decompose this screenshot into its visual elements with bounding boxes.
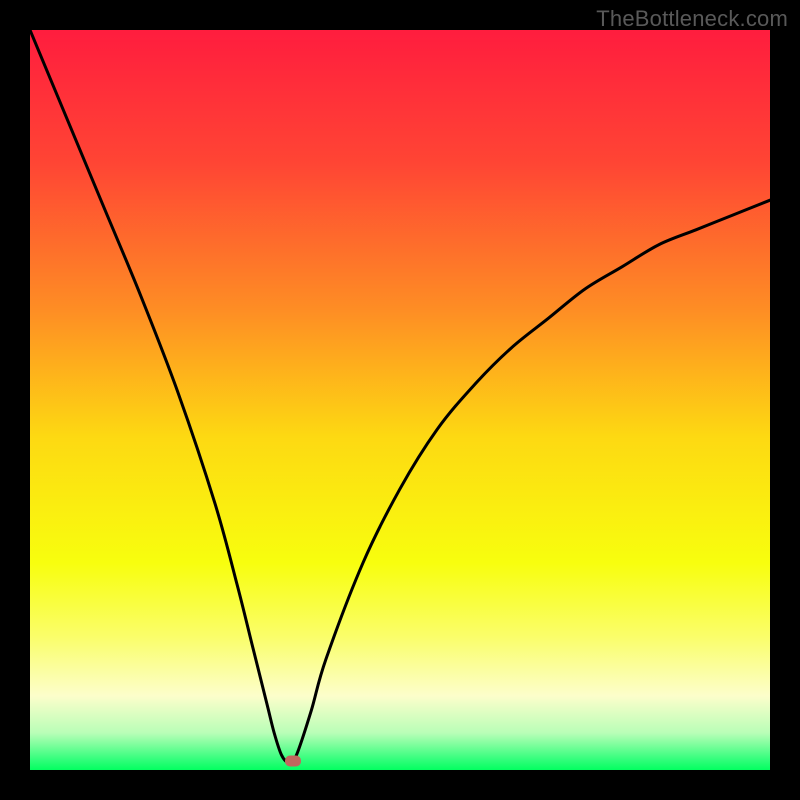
watermark-label: TheBottleneck.com	[596, 6, 788, 32]
chart-frame: TheBottleneck.com	[0, 0, 800, 800]
gradient-background	[30, 30, 770, 770]
optimal-marker	[285, 756, 301, 767]
plot-area	[30, 30, 770, 770]
plot-svg	[30, 30, 770, 770]
